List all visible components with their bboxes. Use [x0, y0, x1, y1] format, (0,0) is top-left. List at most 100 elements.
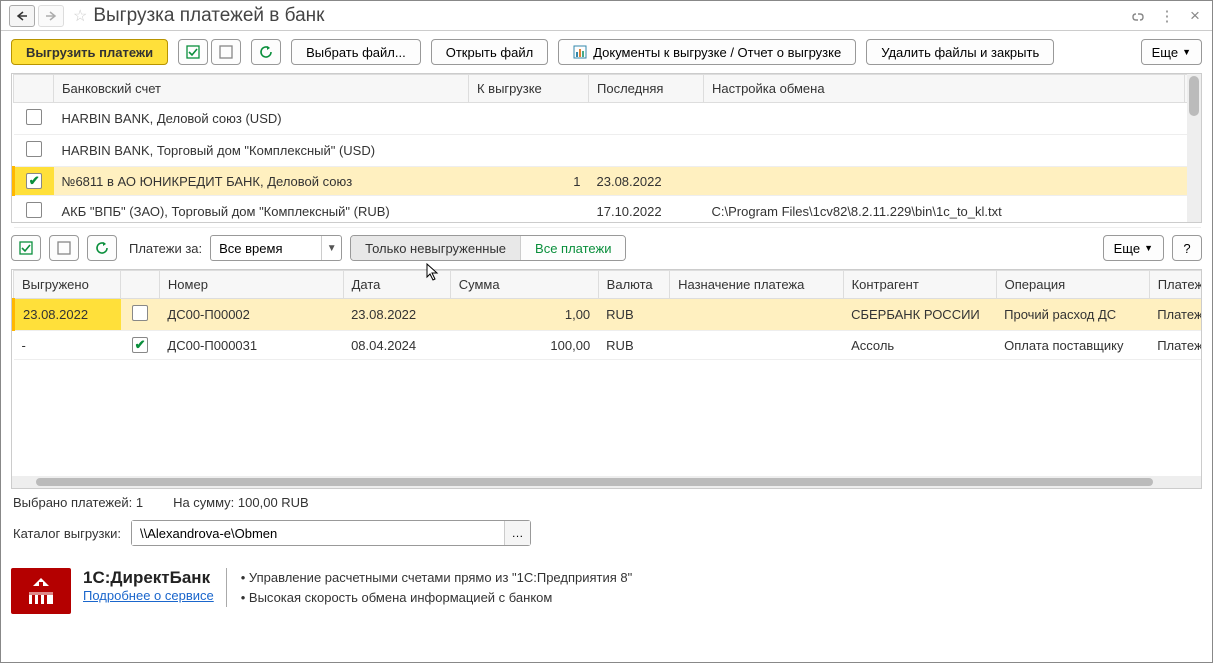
- cell-settings: [704, 167, 1185, 196]
- chevron-down-icon[interactable]: ▼: [321, 236, 341, 260]
- report-icon: [573, 45, 587, 59]
- table-header-row: Банковский счет К выгрузке Последняя Нас…: [14, 75, 1201, 103]
- refresh-icon: [259, 45, 273, 59]
- more-button-2[interactable]: Еще▼: [1103, 235, 1164, 261]
- cell-date: 23.08.2022: [343, 299, 450, 331]
- table-row[interactable]: АКБ "ВПБ" (ЗАО), Торговый дом "Комплексн…: [14, 196, 1201, 228]
- check-all-payments-button[interactable]: [11, 235, 41, 261]
- row-checkbox[interactable]: [132, 305, 148, 321]
- accounts-table: Банковский счет К выгрузке Последняя Нас…: [12, 74, 1201, 228]
- col-account[interactable]: Банковский счет: [54, 75, 469, 103]
- table-row[interactable]: 23.08.2022ДС00-П0000223.08.20221,00RUBСБ…: [14, 299, 1203, 331]
- cell-exported: 23.08.2022: [14, 299, 121, 331]
- col-operation[interactable]: Операция: [996, 271, 1149, 299]
- docs-report-button[interactable]: Документы к выгрузке / Отчет о выгрузке: [558, 39, 856, 65]
- sum-label: На сумму: 100,00 RUB: [173, 495, 309, 510]
- table-row[interactable]: №6811 в АО ЮНИКРЕДИТ БАНК, Деловой союз1…: [14, 167, 1201, 196]
- col-chk[interactable]: [121, 271, 160, 299]
- uncheck-all-payments-button[interactable]: [49, 235, 79, 261]
- directbank-logo: [11, 568, 71, 614]
- col-number[interactable]: Номер: [159, 271, 343, 299]
- cell-number: ДС00-П000031: [159, 331, 343, 360]
- only-not-exported-button[interactable]: Только невыгруженные: [351, 236, 520, 260]
- chevron-down-icon: ▼: [1144, 243, 1153, 253]
- refresh-payments-button[interactable]: [87, 235, 117, 261]
- link-icon[interactable]: [1130, 7, 1148, 25]
- promo-title: 1С:ДиректБанк: [83, 568, 214, 588]
- row-checkbox[interactable]: [26, 202, 42, 218]
- chevron-down-icon: ▼: [1182, 47, 1191, 57]
- export-payments-button[interactable]: Выгрузить платежи: [11, 39, 168, 65]
- cell-operation: Оплата поставщику: [996, 331, 1149, 360]
- col-currency[interactable]: Валюта: [598, 271, 669, 299]
- arrow-left-icon: [16, 11, 28, 21]
- menu-dots-icon[interactable]: ⋮: [1158, 7, 1176, 25]
- selected-count-label: Выбрано платежей: 1: [13, 495, 143, 510]
- help-button[interactable]: ?: [1172, 235, 1202, 261]
- col-date[interactable]: Дата: [343, 271, 450, 299]
- cell-number: ДС00-П00002: [159, 299, 343, 331]
- cell-exported: -: [14, 331, 121, 360]
- back-button[interactable]: [9, 5, 35, 27]
- payments-period-label: Платежи за:: [129, 241, 202, 256]
- row-checkbox[interactable]: [132, 337, 148, 353]
- open-file-button[interactable]: Открыть файл: [431, 39, 548, 65]
- refresh-button[interactable]: [251, 39, 281, 65]
- cell-currency: RUB: [598, 331, 669, 360]
- table-row[interactable]: HARBIN BANK, Торговый дом "Комплексный" …: [14, 135, 1201, 167]
- all-payments-button[interactable]: Все платежи: [520, 236, 625, 260]
- col-sum[interactable]: Сумма: [450, 271, 598, 299]
- cell-counterparty: Ассоль: [843, 331, 996, 360]
- scrollbar-horizontal[interactable]: [12, 476, 1201, 488]
- cell-last: 23.08.2022: [589, 167, 704, 196]
- period-value[interactable]: [211, 236, 321, 260]
- scrollbar-vertical[interactable]: [1187, 74, 1201, 222]
- cell-settings: [704, 135, 1185, 167]
- period-combo[interactable]: ▼: [210, 235, 342, 261]
- docs-report-label: Документы к выгрузке / Отчет о выгрузке: [593, 45, 841, 60]
- delete-close-button[interactable]: Удалить файлы и закрыть: [866, 39, 1054, 65]
- select-file-button[interactable]: Выбрать файл...: [291, 39, 421, 65]
- cell-sum: 1,00: [450, 299, 598, 331]
- cell-sum: 100,00: [450, 331, 598, 360]
- col-to-export[interactable]: К выгрузке: [469, 75, 589, 103]
- more-button-1[interactable]: Еще▼: [1141, 39, 1202, 65]
- cell-account: HARBIN BANK, Деловой союз (USD): [54, 103, 469, 135]
- uncheck-all-icon: [57, 241, 71, 255]
- table-row[interactable]: HARBIN BANK, Деловой союз (USD): [14, 103, 1201, 135]
- col-settings[interactable]: Настройка обмена: [704, 75, 1185, 103]
- cell-account: АКБ "ВПБ" (ЗАО), Торговый дом "Комплексн…: [54, 196, 469, 228]
- cell-to-export: [469, 196, 589, 228]
- col-purpose[interactable]: Назначение платежа: [670, 271, 843, 299]
- cell-account: №6811 в АО ЮНИКРЕДИТ БАНК, Деловой союз: [54, 167, 469, 196]
- col-exported[interactable]: Выгружено: [14, 271, 121, 299]
- cell-last: [589, 135, 704, 167]
- cell-to-export: [469, 103, 589, 135]
- directory-input[interactable]: [132, 521, 504, 545]
- cell-settings: C:\Program Files\1cv82\8.2.11.229\bin\1c…: [704, 196, 1185, 228]
- arrow-right-icon: [45, 11, 57, 21]
- row-checkbox[interactable]: [26, 141, 42, 157]
- forward-button[interactable]: [38, 5, 64, 27]
- filter-toggle: Только невыгруженные Все платежи: [350, 235, 626, 261]
- row-checkbox[interactable]: [26, 173, 42, 189]
- row-checkbox[interactable]: [26, 109, 42, 125]
- cell-purpose: [670, 299, 843, 331]
- promo-link[interactable]: Подробнее о сервисе: [83, 588, 214, 603]
- col-last[interactable]: Последняя: [589, 75, 704, 103]
- cell-doc: Платежное: [1149, 299, 1202, 331]
- favorite-star-icon[interactable]: ☆: [73, 6, 87, 26]
- cell-account: HARBIN BANK, Торговый дом "Комплексный" …: [54, 135, 469, 167]
- check-all-icon: [186, 45, 200, 59]
- directory-browse-button[interactable]: …: [504, 521, 530, 545]
- col-counterparty[interactable]: Контрагент: [843, 271, 996, 299]
- cell-purpose: [670, 331, 843, 360]
- cell-currency: RUB: [598, 299, 669, 331]
- uncheck-all-button[interactable]: [211, 39, 241, 65]
- close-icon[interactable]: ×: [1186, 7, 1204, 25]
- col-doc[interactable]: Платежный: [1149, 271, 1202, 299]
- promo-bullets: • Управление расчетными счетами прямо из…: [226, 568, 633, 607]
- check-all-button[interactable]: [178, 39, 208, 65]
- cell-settings: [704, 103, 1185, 135]
- table-row[interactable]: -ДС00-П00003108.04.2024100,00RUBАссольОп…: [14, 331, 1203, 360]
